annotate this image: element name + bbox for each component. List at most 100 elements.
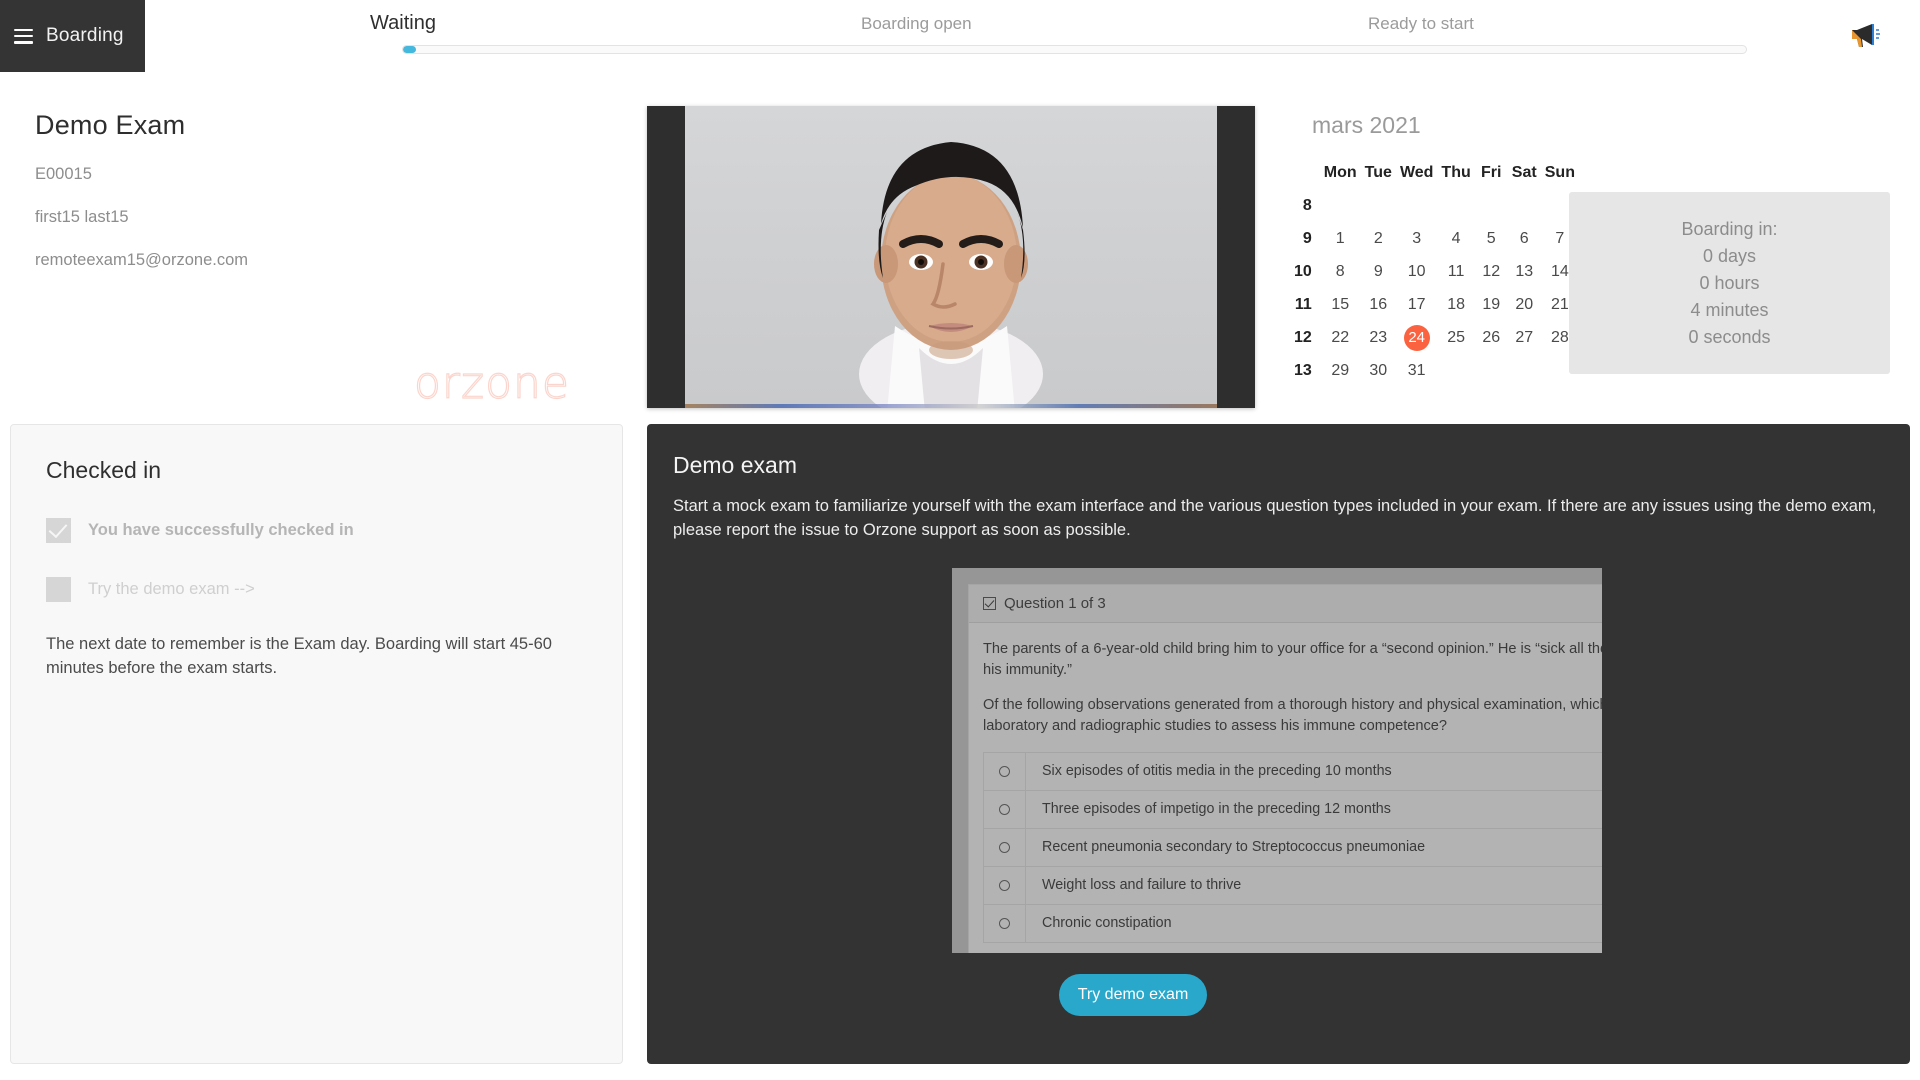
boarding-steps: Waiting Boarding open Ready to start [330,0,1747,72]
question-paragraph-2: Of the following observations generated … [983,697,1602,735]
calendar-day[interactable]: 15 [1320,288,1361,321]
calendar-day[interactable]: 22 [1320,321,1361,354]
calendar-weekday-tue: Tue [1364,163,1392,181]
candidate-email: remoteexam15@orzone.com [35,251,249,269]
radio-button-icon[interactable] [984,904,1026,942]
calendar-day[interactable]: 4 [1437,222,1474,255]
calendar-day[interactable]: 26 [1475,321,1508,354]
answer-option[interactable]: Three episodes of impetigo in the preced… [984,790,1602,829]
calendar-weekday-fri: Fri [1481,163,1502,181]
answer-option-label: Three episodes of impetigo in the preced… [1042,801,1391,818]
calendar-day-empty [1508,354,1541,387]
calendar-week-number: 9 [1302,229,1312,247]
radio-button-icon[interactable] [984,790,1026,828]
question-header: Question 1 of 3 [969,585,1602,623]
webcam-preview [647,106,1255,408]
question-card: Question 1 of 3 The parents of a 6-year-… [968,584,1602,953]
orzone-watermark-logo: orzone [413,357,570,409]
calendar-day[interactable]: 6 [1508,222,1541,255]
checked-in-panel: Checked in You have successfully checked… [10,424,623,1064]
brand-label: Boarding [46,25,124,46]
calendar-day-today[interactable]: 24 [1396,321,1437,354]
hamburger-icon[interactable] [14,28,33,44]
countdown-title: Boarding in: [1681,218,1778,239]
checklist-label-checked-in: You have successfully checked in [88,521,354,539]
checklist-label-demo-exam: Try the demo exam --> [88,580,255,598]
boarding-countdown: Boarding in: 0 days 0 hours 4 minutes 0 … [1569,192,1890,374]
calendar-day[interactable]: 1 [1320,222,1361,255]
demo-question-preview: Question 1 of 3 The parents of a 6-year-… [952,568,1602,953]
countdown-minutes: 4 minutes [1690,299,1769,320]
calendar-day[interactable]: 30 [1361,354,1396,387]
calendar-day[interactable]: 12 [1475,255,1508,288]
calendar-day[interactable]: 31 [1396,354,1437,387]
question-flag-icon [983,597,996,610]
calendar-day[interactable]: 10 [1396,255,1437,288]
radio-button-icon[interactable] [984,752,1026,790]
calendar-day[interactable]: 13 [1508,255,1541,288]
countdown-hours: 0 hours [1699,272,1760,293]
calendar-month-title: mars 2021 [1312,112,1421,138]
exam-calendar: mars 2021 Mon Tue Wed Thu Fri Sat Sun 89… [1290,112,1579,387]
calendar-day-empty [1361,189,1396,222]
calendar-day-empty [1475,354,1508,387]
calendar-week-row: 10 8 9 10 11 12 13 14 [1290,255,1579,288]
calendar-week-row: 12 22 23 24 25 26 27 28 [1290,321,1579,354]
answer-option[interactable]: Weight loss and failure to thrive [984,866,1602,905]
radio-button-icon[interactable] [984,828,1026,866]
checklist-item-checked-in: You have successfully checked in [46,518,587,543]
calendar-day[interactable]: 2 [1361,222,1396,255]
calendar-day[interactable]: 17 [1396,288,1437,321]
boarding-page: Boarding Waiting Boarding open Ready to … [0,0,1920,1080]
answer-option-label: Six episodes of otitis media in the prec… [1042,763,1392,780]
answer-option-label: Weight loss and failure to thrive [1042,877,1242,894]
top-bar: Boarding Waiting Boarding open Ready to … [0,0,1920,72]
calendar-week-number: 8 [1302,196,1312,214]
calendar-week-row: 8 [1290,189,1579,222]
answer-option-label: Recent pneumonia secondary to Streptococ… [1042,839,1426,856]
calendar-header-row: Mon Tue Wed Thu Fri Sat Sun [1290,156,1579,189]
question-body: The parents of a 6-year-old child bring … [969,623,1602,953]
calendar-day[interactable]: 25 [1437,321,1474,354]
calendar-day-empty [1508,189,1541,222]
page-title: Demo Exam [35,110,186,140]
calendar-day[interactable]: 9 [1361,255,1396,288]
calendar-week-row: 91234567 [1290,222,1579,255]
answer-option[interactable]: Chronic constipation [984,904,1602,943]
calendar-day[interactable]: 3 [1396,222,1437,255]
calendar-day[interactable]: 23 [1361,321,1396,354]
webcam-color-stripe [685,404,1217,408]
radio-button-icon[interactable] [984,866,1026,904]
calendar-day[interactable]: 11 [1437,255,1474,288]
exam-code: E00015 [35,165,92,183]
brand-menu-button[interactable]: Boarding [0,0,145,72]
answer-option[interactable]: Recent pneumonia secondary to Streptococ… [984,828,1602,867]
answer-option-label: Chronic constipation [1042,915,1172,932]
try-demo-exam-button[interactable]: Try demo exam [1059,974,1207,1016]
megaphone-icon[interactable] [1848,20,1882,50]
step-boarding-open[interactable]: Boarding open [861,14,972,34]
calendar-week-number: 13 [1294,361,1312,379]
demo-exam-heading: Demo exam [673,452,797,478]
question-counter: Question 1 of 3 [1004,595,1106,612]
calendar-day[interactable]: 18 [1437,288,1474,321]
calendar-day[interactable]: 27 [1508,321,1541,354]
calendar-day[interactable]: 8 [1320,255,1361,288]
calendar-day-empty [1320,189,1361,222]
calendar-week-col-header [1290,156,1320,189]
calendar-weekday-mon: Mon [1323,163,1357,181]
calendar-day-empty [1396,189,1437,222]
calendar-day[interactable]: 5 [1475,222,1508,255]
calendar-weekday-wed: Wed [1399,163,1434,181]
calendar-day[interactable]: 19 [1475,288,1508,321]
answer-option[interactable]: Six episodes of otitis media in the prec… [984,752,1602,791]
calendar-week-number: 12 [1294,328,1312,346]
calendar-day[interactable]: 29 [1320,354,1361,387]
countdown-seconds: 0 seconds [1688,326,1771,347]
empty-checkbox-icon [46,577,71,602]
calendar-day[interactable]: 16 [1361,288,1396,321]
calendar-day[interactable]: 20 [1508,288,1541,321]
step-waiting[interactable]: Waiting [370,12,436,35]
step-ready-to-start[interactable]: Ready to start [1368,14,1474,34]
calendar-day-empty [1437,354,1474,387]
